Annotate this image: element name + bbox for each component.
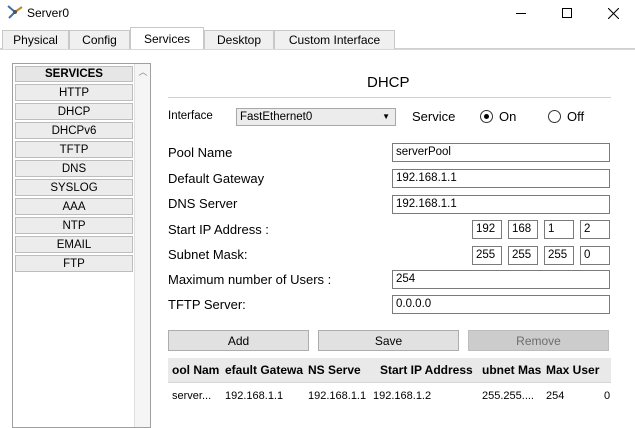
- tftp-server-label: TFTP Server:: [168, 297, 246, 312]
- services-list: SERVICES HTTP DHCP DHCPv6 TFTP DNS SYSLO…: [15, 66, 135, 274]
- table-row[interactable]: server... 192.168.1.1 192.168.1.1 192.16…: [168, 384, 611, 409]
- max-users-label: Maximum number of Users :: [168, 272, 332, 287]
- cell-extra: 0: [604, 390, 611, 402]
- tftp-server-input[interactable]: 0.0.0.0: [392, 295, 610, 314]
- close-icon: [607, 7, 619, 19]
- dhcp-title: DHCP: [367, 74, 410, 91]
- service-on-radio[interactable]: [480, 110, 493, 123]
- add-button[interactable]: Add: [168, 330, 309, 351]
- pool-name-label: Pool Name: [168, 145, 233, 160]
- tab-custom-interface[interactable]: Custom Interface: [274, 30, 395, 49]
- close-button[interactable]: [590, 0, 635, 26]
- title-divider: [168, 97, 611, 98]
- start-ip-octet-3[interactable]: 1: [544, 220, 574, 239]
- tab-bar: Physical Config Desktop Custom Interface…: [0, 27, 635, 50]
- dns-server-input[interactable]: 192.168.1.1: [392, 195, 610, 214]
- cell-start-ip: 192.168.1.2: [373, 390, 432, 402]
- pool-name-input[interactable]: serverPool: [392, 143, 610, 162]
- cell-default-gateway: 192.168.1.1: [225, 390, 284, 402]
- services-header: SERVICES: [15, 66, 133, 82]
- service-item-dhcp[interactable]: DHCP: [15, 103, 133, 120]
- minimize-icon: [516, 12, 526, 14]
- maximize-button[interactable]: [544, 0, 590, 26]
- service-item-ftp[interactable]: FTP: [15, 255, 133, 272]
- service-label: Service: [412, 109, 456, 124]
- tab-desktop[interactable]: Desktop: [204, 30, 274, 49]
- tab-services[interactable]: Services: [130, 27, 204, 50]
- col-dns-server[interactable]: NS Serve: [308, 358, 370, 383]
- col-pool-name[interactable]: ool Nam: [172, 358, 224, 383]
- service-item-ntp[interactable]: NTP: [15, 217, 133, 234]
- service-on-label: On: [499, 109, 517, 124]
- dropdown-arrow-icon: ▼: [382, 112, 390, 121]
- pool-table: ool Nam efault Gatewa NS Serve Start IP …: [168, 358, 611, 427]
- scroll-up-icon[interactable]: ︿: [138, 67, 148, 77]
- col-start-ip[interactable]: Start IP Address: [380, 358, 482, 383]
- service-item-dns[interactable]: DNS: [15, 160, 133, 177]
- title-bar: Server0: [0, 0, 635, 26]
- start-ip-octet-1[interactable]: 192: [472, 220, 502, 239]
- start-ip-label: Start IP Address :: [168, 222, 269, 237]
- interface-value: FastEthernet0: [240, 111, 313, 123]
- services-scrollbar[interactable]: ︿: [134, 64, 150, 427]
- cell-pool-name: server...: [172, 390, 212, 402]
- col-subnet-mask[interactable]: ubnet Mas: [482, 358, 542, 383]
- services-list-panel: SERVICES HTTP DHCP DHCPv6 TFTP DNS SYSLO…: [12, 63, 151, 428]
- service-item-dhcpv6[interactable]: DHCPv6: [15, 122, 133, 139]
- radio-selected-dot: [484, 114, 489, 119]
- cell-subnet-mask: 255.255....: [482, 390, 534, 402]
- cell-dns-server: 192.168.1.1: [308, 390, 367, 402]
- subnet-octet-3[interactable]: 255: [544, 246, 574, 265]
- max-users-input[interactable]: 254: [392, 270, 610, 289]
- default-gateway-input[interactable]: 192.168.1.1: [392, 169, 610, 188]
- subnet-octet-2[interactable]: 255: [508, 246, 538, 265]
- subnet-octet-1[interactable]: 255: [472, 246, 502, 265]
- dns-server-label: DNS Server: [168, 196, 238, 211]
- col-max-users[interactable]: Max User: [546, 358, 606, 383]
- tab-physical[interactable]: Physical: [2, 30, 69, 49]
- minimize-button[interactable]: [498, 0, 544, 26]
- service-item-aaa[interactable]: AAA: [15, 198, 133, 215]
- service-item-http[interactable]: HTTP: [15, 84, 133, 101]
- service-item-email[interactable]: EMAIL: [15, 236, 133, 253]
- service-off-radio[interactable]: [548, 110, 561, 123]
- maximize-icon: [562, 8, 572, 18]
- service-off-label: Off: [567, 109, 585, 124]
- col-default-gateway[interactable]: efault Gatewa: [225, 358, 305, 383]
- service-item-tftp[interactable]: TFTP: [15, 141, 133, 158]
- server-app-icon: [7, 5, 23, 19]
- tab-config[interactable]: Config: [69, 30, 130, 49]
- table-header: ool Nam efault Gatewa NS Serve Start IP …: [168, 358, 611, 383]
- save-button[interactable]: Save: [318, 330, 459, 351]
- remove-button[interactable]: Remove: [468, 330, 609, 351]
- window-title: Server0: [27, 6, 70, 20]
- start-ip-octet-4[interactable]: 2: [580, 220, 610, 239]
- subnet-mask-label: Subnet Mask:: [168, 247, 248, 262]
- cell-max-users: 254: [546, 390, 565, 402]
- interface-select[interactable]: FastEthernet0 ▼: [236, 108, 396, 126]
- interface-label: Interface: [168, 110, 213, 122]
- start-ip-octet-2[interactable]: 168: [508, 220, 538, 239]
- subnet-octet-4[interactable]: 0: [580, 246, 610, 265]
- service-item-syslog[interactable]: SYSLOG: [15, 179, 133, 196]
- gateway-label: Default Gateway: [168, 171, 265, 186]
